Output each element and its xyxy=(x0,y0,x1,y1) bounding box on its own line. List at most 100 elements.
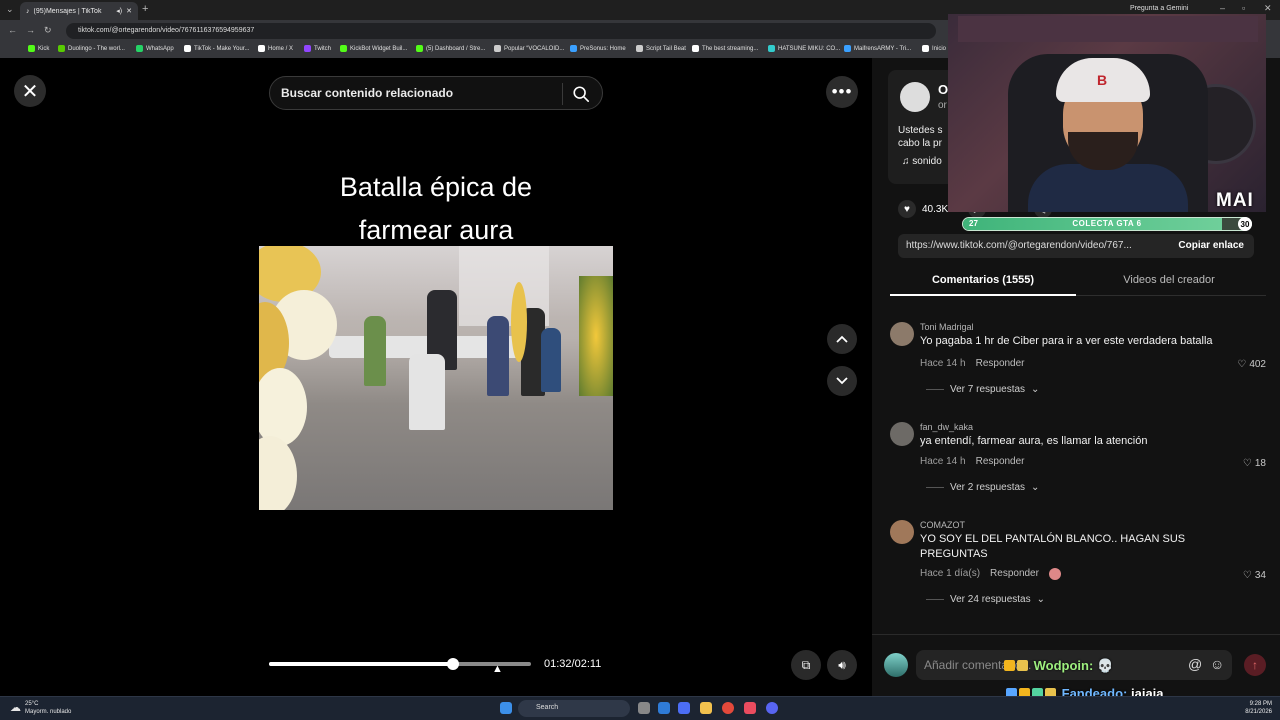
reply-button[interactable]: Responder xyxy=(990,568,1039,580)
bookmark-item[interactable]: The best streaming... xyxy=(692,45,758,52)
bookmark-item[interactable]: Home / X xyxy=(258,45,293,52)
task-view-icon[interactable] xyxy=(638,702,650,714)
bookmark-item[interactable]: Popular “VOCALOID... xyxy=(494,45,564,52)
tiktok-favicon-icon: ♪ xyxy=(26,7,30,15)
file-explorer-icon[interactable] xyxy=(700,702,712,714)
bookmark-item[interactable]: (5) Dashboard / Stre... xyxy=(416,45,485,52)
bookmark-item[interactable]: Twitch xyxy=(304,45,331,52)
commenter-name[interactable]: fan_dw_kaka xyxy=(920,422,973,432)
bookmark-item[interactable]: WhatsApp xyxy=(136,45,174,52)
edge-icon[interactable] xyxy=(658,702,670,714)
reply-button[interactable]: Responder xyxy=(976,358,1025,369)
minimize-icon[interactable]: – xyxy=(1220,3,1225,13)
search-input[interactable] xyxy=(281,85,551,101)
like-button[interactable]: ♥ 40.3K xyxy=(898,200,948,218)
tab-comments[interactable]: Comentarios (1555) xyxy=(890,274,1076,286)
floating-player-icon: ⧉ xyxy=(801,657,811,672)
mention-icon[interactable]: @ xyxy=(1188,656,1202,672)
gemini-button[interactable]: Pregunta a Gemini xyxy=(1130,5,1188,12)
author-handle[interactable]: or xyxy=(938,100,947,111)
bookmark-item[interactable]: Duolingo - The worl... xyxy=(58,45,125,52)
my-avatar[interactable] xyxy=(884,653,908,677)
bookmark-item[interactable]: HATSUNE MIKU: CO... xyxy=(768,45,840,52)
comment-like-button[interactable]: ♡ 34 xyxy=(1243,570,1266,581)
bookmark-label: Twitch xyxy=(314,45,332,52)
flowers xyxy=(579,276,613,396)
webcam-overlay: B xyxy=(948,14,1266,212)
close-button[interactable]: ✕ xyxy=(14,75,46,107)
tab-creator-videos[interactable]: Videos del creador xyxy=(1076,274,1262,286)
video-player[interactable]: Batalla épica de farmear aura 01:32/02:1… xyxy=(259,120,613,696)
bookmark-item[interactable]: MaifrensARMY - Tri... xyxy=(844,45,911,52)
clock-date: 8/21/2026 xyxy=(1245,709,1272,715)
emoji-icon[interactable]: ☺ xyxy=(1210,656,1224,672)
reply-button[interactable]: Responder xyxy=(976,456,1025,467)
url-field[interactable]: tiktok.com/@ortegarendon/video/767611637… xyxy=(66,23,936,39)
commenter-avatar[interactable] xyxy=(890,322,914,346)
more-icon: ••• xyxy=(831,82,853,101)
copy-link-button[interactable]: Copiar enlace xyxy=(1178,240,1244,251)
bookmark-item[interactable]: TikTok - Make Your... xyxy=(184,45,249,52)
view-replies-button[interactable]: Ver 2 respuestas ⌄ xyxy=(926,482,1039,493)
cloud-icon: ☁ xyxy=(10,702,21,714)
bookmark-favicon-icon xyxy=(922,45,929,52)
bookmark-favicon-icon xyxy=(570,45,577,52)
chat-username: Wodpoin: xyxy=(1033,658,1094,673)
floating-player-button[interactable]: ⧉ xyxy=(791,650,821,680)
next-video-button[interactable] xyxy=(827,366,857,396)
tab-audio-icon[interactable]: ◂) xyxy=(116,7,122,15)
view-replies-button[interactable]: Ver 7 respuestas ⌄ xyxy=(926,384,1039,395)
sound-link[interactable]: ♫ sonido xyxy=(902,156,942,167)
comment-like-button[interactable]: ♡ 402 xyxy=(1237,359,1266,370)
search-icon[interactable] xyxy=(572,85,590,103)
send-comment-button[interactable]: ↑ xyxy=(1244,654,1266,676)
app-icon[interactable] xyxy=(678,702,690,714)
commenter-name[interactable]: COMAZOT xyxy=(920,520,965,530)
previous-video-button[interactable] xyxy=(827,324,857,354)
bookmark-label: Script Tail Beat xyxy=(646,45,686,52)
commenter-avatar[interactable] xyxy=(890,520,914,544)
weather-widget[interactable]: ☁ 25°C Mayorm. nublado xyxy=(10,700,71,716)
video-link[interactable]: https://www.tiktok.com/@ortegarendon/vid… xyxy=(906,240,1161,251)
bookmark-item[interactable]: Inicio xyxy=(922,45,946,52)
reload-icon[interactable]: ↻ xyxy=(44,25,52,36)
browser-tab[interactable]: ♪ (95)Mensajes | TikTok ◂) ✕ xyxy=(20,2,138,20)
bookmark-item[interactable]: Kick xyxy=(28,45,49,52)
more-options-button[interactable]: ••• xyxy=(826,76,858,108)
bookmark-item[interactable]: KickBot Widget Buil... xyxy=(340,45,407,52)
bookmark-item[interactable]: PreSonus: Home xyxy=(570,45,626,52)
chrome-icon[interactable] xyxy=(722,702,734,714)
comment-time: Hace 1 día(s) xyxy=(920,568,981,579)
author-avatar[interactable] xyxy=(900,82,930,112)
author-name[interactable]: O xyxy=(938,82,948,97)
volume-button[interactable]: 🔊︎ xyxy=(827,650,857,680)
commenter-avatar[interactable] xyxy=(890,422,914,446)
close-window-icon[interactable]: ✕ xyxy=(1264,3,1272,14)
chevron-down-icon xyxy=(836,377,848,385)
system-clock[interactable]: 9:28 PM 8/21/2026 xyxy=(1245,700,1272,716)
bookmark-favicon-icon xyxy=(692,45,699,52)
related-search-bar xyxy=(269,76,603,110)
bookmark-favicon-icon xyxy=(28,45,35,52)
forward-icon[interactable]: → xyxy=(26,25,35,35)
discord-icon[interactable] xyxy=(766,702,778,714)
new-tab-icon[interactable]: + xyxy=(142,3,148,15)
tab-close-icon[interactable]: ✕ xyxy=(126,7,132,15)
bookmark-item[interactable]: Script Tail Beat xyxy=(636,45,686,52)
start-icon[interactable] xyxy=(500,702,512,714)
back-icon[interactable]: ← xyxy=(8,25,17,35)
comment-like-count: 18 xyxy=(1254,458,1266,469)
comment-like-button[interactable]: ♡ 18 xyxy=(1243,458,1266,469)
commenter-name[interactable]: Toni Madrigal xyxy=(920,322,974,332)
progress-knob[interactable] xyxy=(447,658,459,670)
music-app-icon[interactable] xyxy=(744,702,756,714)
chevron-down-icon: ⌄ xyxy=(1031,384,1040,395)
tab-list-icon[interactable]: ⌄ xyxy=(6,4,14,15)
maximize-icon[interactable]: ▫ xyxy=(1242,3,1245,13)
taskbar-search[interactable]: Search xyxy=(518,700,630,717)
heart-outline-icon: ♡ xyxy=(1237,359,1247,370)
view-replies-button[interactable]: Ver 24 respuestas ⌄ xyxy=(926,594,1045,605)
bookmark-label: The best streaming... xyxy=(702,45,759,52)
gta-goal-target: 30 xyxy=(1238,217,1252,231)
chevron-down-icon: ⌄ xyxy=(1036,594,1045,605)
